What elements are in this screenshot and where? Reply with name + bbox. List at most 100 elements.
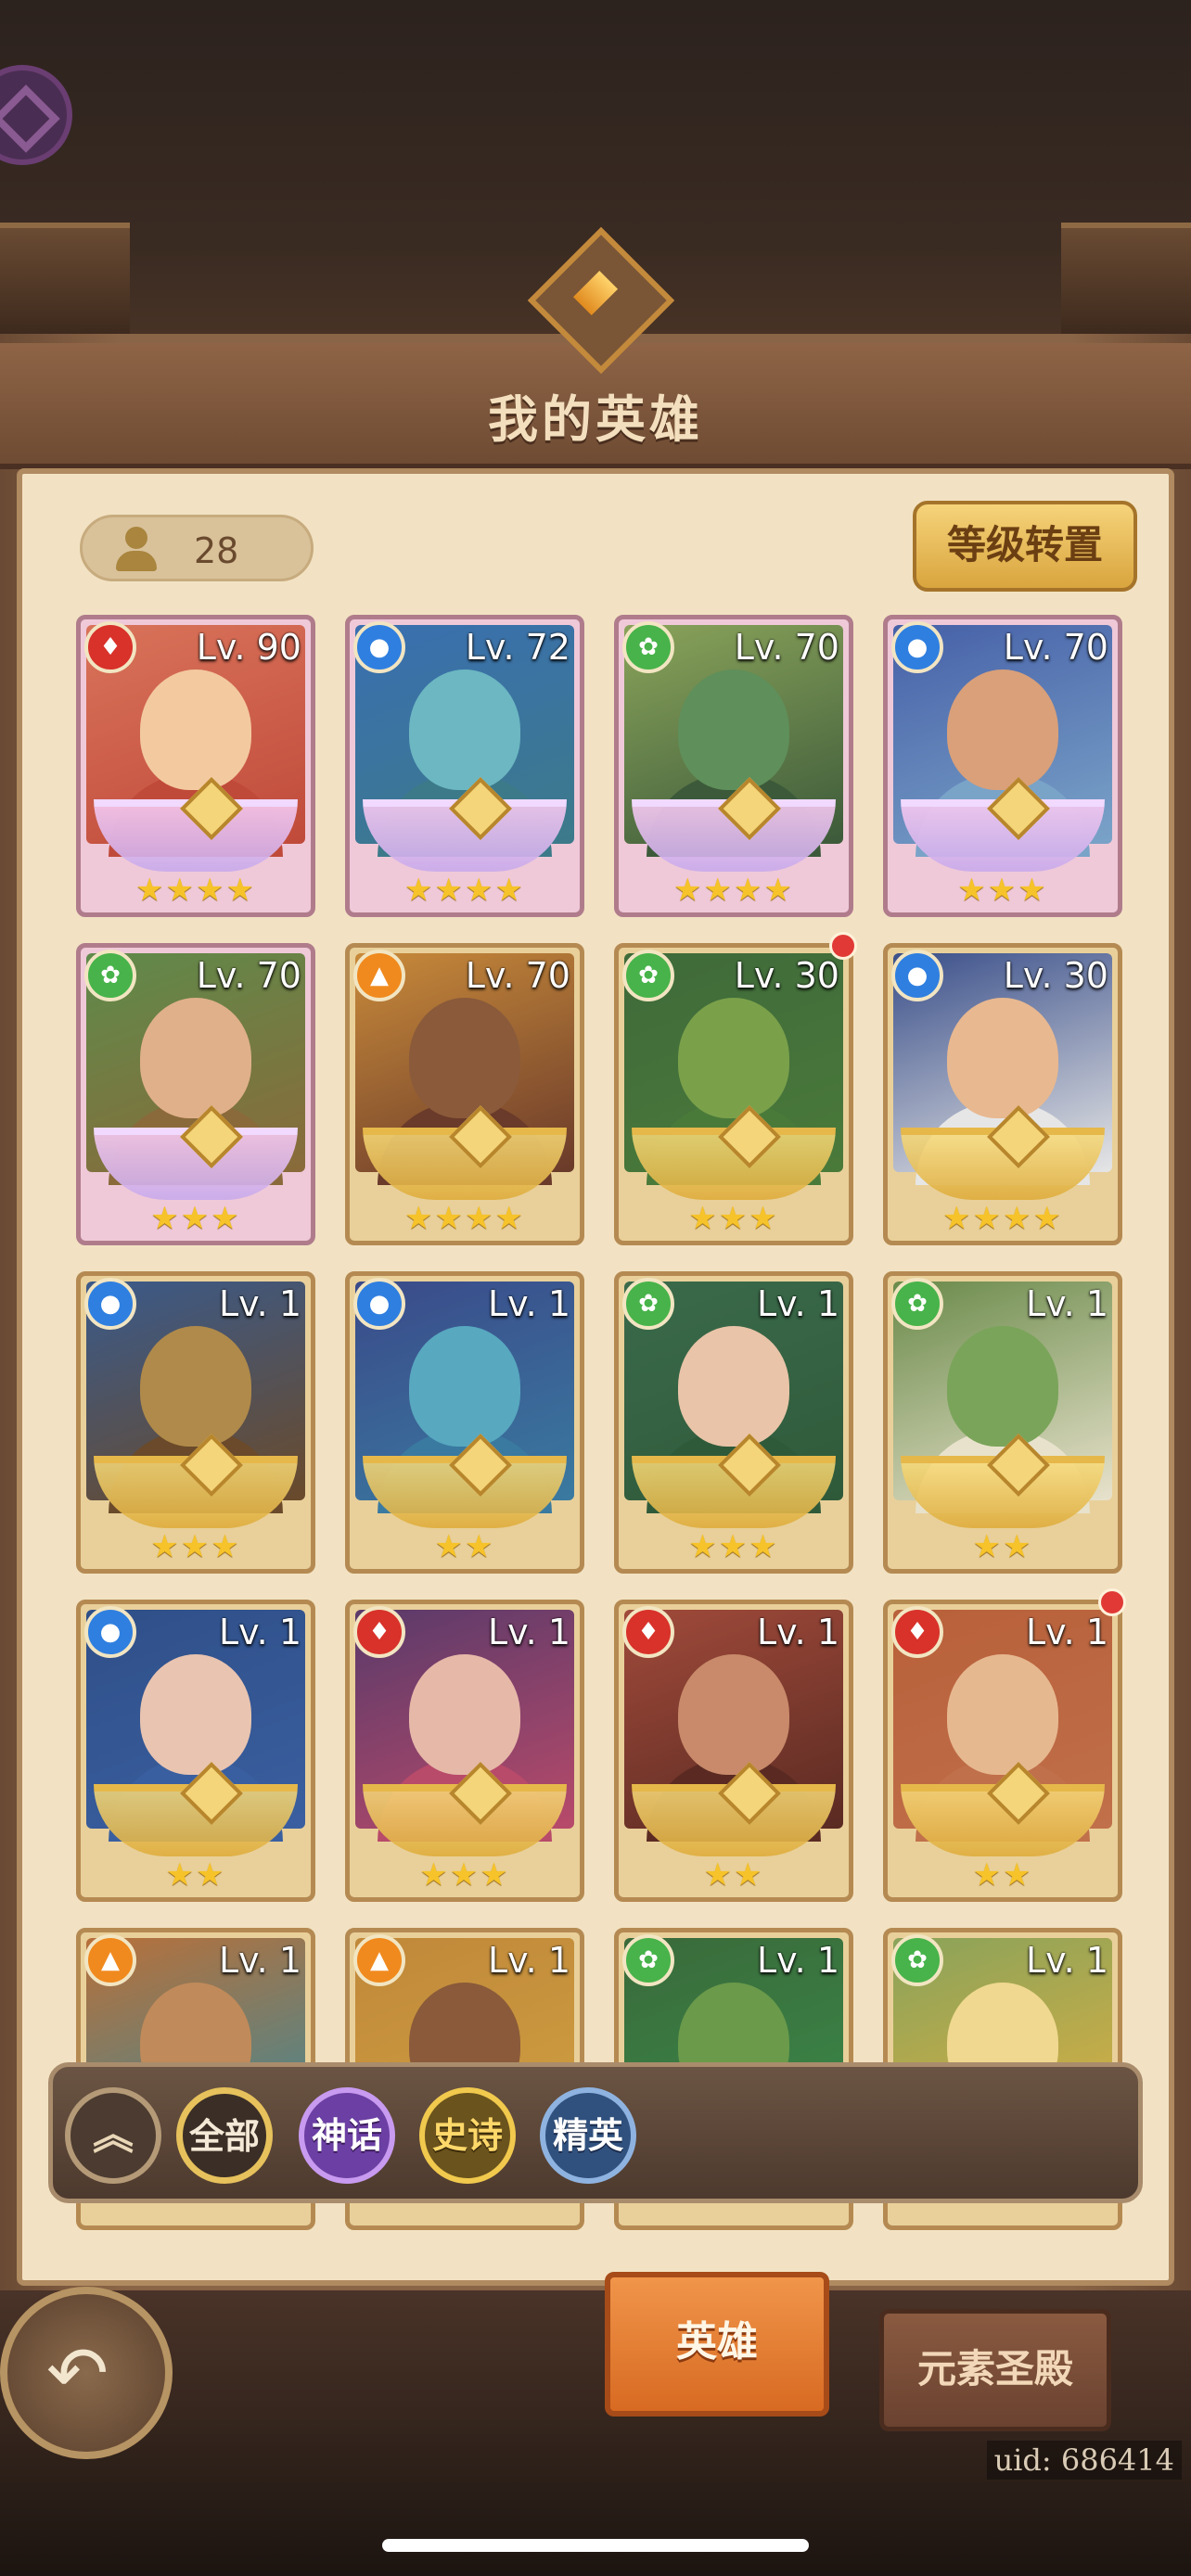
hero-level: Lv. 70	[196, 955, 301, 996]
hero-card[interactable]: ▲ Lv. 70 ★★★★	[345, 943, 584, 1245]
hero-face	[947, 998, 1058, 1118]
hero-level: Lv. 1	[487, 1283, 570, 1324]
water-element-icon: ●	[891, 950, 943, 1001]
star-rating: ★★★★	[942, 1200, 1063, 1237]
rarity-emblem	[632, 1105, 836, 1200]
left-pillar-decoration	[0, 223, 130, 339]
hero-card[interactable]: ✿ Lv. 70 ★★★★	[614, 615, 853, 917]
hero-card[interactable]: ● Lv. 1 ★★	[76, 1600, 315, 1902]
star-rating: ★★★	[957, 872, 1048, 909]
home-indicator[interactable]	[382, 2539, 809, 2552]
hero-level: Lv. 1	[756, 1612, 839, 1652]
hero-level: Lv. 30	[734, 955, 839, 996]
light-element-icon: ▲	[353, 950, 405, 1001]
rarity-emblem	[94, 1105, 298, 1200]
hero-face	[140, 1654, 251, 1775]
tab-element-sanctum[interactable]: 元素圣殿	[879, 2309, 1111, 2431]
rarity-emblem	[363, 1105, 567, 1200]
hero-level: Lv. 1	[487, 1940, 570, 1981]
filter-mythic-button[interactable]: 神话	[299, 2087, 395, 2184]
wind-element-icon: ✿	[891, 1934, 943, 1986]
rarity-emblem	[901, 1105, 1105, 1200]
hero-face	[678, 670, 789, 790]
back-button[interactable]: ↶	[0, 2287, 173, 2459]
wind-element-icon: ✿	[622, 950, 674, 1001]
star-rating: ★★	[972, 1528, 1033, 1565]
rarity-emblem	[363, 1434, 567, 1528]
hero-face	[947, 1654, 1058, 1775]
star-rating: ★★★	[688, 1200, 779, 1237]
hero-card[interactable]: ♦ Lv. 1 ★★	[614, 1600, 853, 1902]
hero-face	[409, 1326, 520, 1447]
hero-card[interactable]: ● Lv. 70 ★★★	[883, 615, 1122, 917]
fire-element-icon: ♦	[353, 1606, 405, 1658]
rarity-emblem	[901, 1434, 1105, 1528]
star-rating: ★★★	[150, 1200, 241, 1237]
hero-face	[140, 670, 251, 790]
collapse-filter-button[interactable]: ︽	[65, 2087, 161, 2184]
wind-element-icon: ✿	[84, 950, 136, 1001]
tab-heroes[interactable]: 英雄	[605, 2272, 829, 2417]
filter-epic-button[interactable]: 史诗	[419, 2087, 516, 2184]
star-rating: ★★★	[688, 1528, 779, 1565]
page-title: 我的英雄	[488, 390, 703, 449]
hero-face	[678, 1654, 789, 1775]
hero-level: Lv. 1	[1025, 1283, 1108, 1324]
hero-level: Lv. 70	[1003, 627, 1108, 668]
rarity-emblem	[901, 777, 1105, 872]
rarity-emblem	[632, 777, 836, 872]
hero-face	[678, 1326, 789, 1447]
hero-level: Lv. 1	[756, 1283, 839, 1324]
filter-elite-button[interactable]: 精英	[540, 2087, 636, 2184]
hero-level: Lv. 1	[218, 1612, 301, 1652]
hero-level: Lv. 1	[1025, 1612, 1108, 1652]
hero-count-badge: 28	[80, 515, 314, 581]
hero-level: Lv. 30	[1003, 955, 1108, 996]
hero-level: Lv. 1	[218, 1283, 301, 1324]
star-rating: ★★★★	[404, 1200, 525, 1237]
hero-card[interactable]: ♦ Lv. 1 ★★	[883, 1600, 1122, 1902]
hero-card[interactable]: ● Lv. 1 ★★	[345, 1271, 584, 1574]
star-rating: ★★★★	[404, 872, 525, 909]
light-element-icon: ▲	[353, 1934, 405, 1986]
rarity-emblem	[632, 1762, 836, 1856]
rarity-emblem	[94, 1762, 298, 1856]
fire-element-icon: ♦	[84, 621, 136, 673]
hero-level: Lv. 1	[1025, 1940, 1108, 1981]
rarity-emblem	[363, 777, 567, 872]
user-id-label: uid: 686414	[986, 2441, 1182, 2480]
star-rating: ★★★	[419, 1856, 510, 1894]
hero-card[interactable]: ♦ Lv. 1 ★★★	[345, 1600, 584, 1902]
notification-dot	[1098, 1588, 1126, 1616]
hero-card[interactable]: ● Lv. 30 ★★★★	[883, 943, 1122, 1245]
hero-level: Lv. 72	[465, 627, 570, 668]
hero-card[interactable]: ♦ Lv. 90 ★★★★	[76, 615, 315, 917]
rarity-emblem	[94, 777, 298, 872]
rarity-emblem	[901, 1762, 1105, 1856]
hero-card[interactable]: ● Lv. 72 ★★★★	[345, 615, 584, 917]
person-icon	[114, 527, 159, 573]
rarity-emblem	[363, 1762, 567, 1856]
hero-level: Lv. 1	[756, 1940, 839, 1981]
hero-face	[140, 1326, 251, 1447]
back-arrow-icon: ↶	[46, 2330, 109, 2417]
wind-element-icon: ✿	[622, 1278, 674, 1330]
hero-card[interactable]: ✿ Lv. 70 ★★★	[76, 943, 315, 1245]
hero-card[interactable]: ✿ Lv. 1 ★★★	[614, 1271, 853, 1574]
hero-face	[947, 1326, 1058, 1447]
fire-element-icon: ♦	[622, 1606, 674, 1658]
hero-face	[678, 998, 789, 1118]
water-element-icon: ●	[84, 1278, 136, 1330]
star-rating: ★★	[703, 1856, 764, 1894]
star-rating: ★★	[972, 1856, 1033, 1894]
filter-all-button[interactable]: 全部	[176, 2087, 273, 2184]
level-transfer-button[interactable]: 等级转置	[913, 501, 1137, 592]
hero-face	[947, 670, 1058, 790]
hero-card[interactable]: ✿ Lv. 1 ★★	[883, 1271, 1122, 1574]
hero-level: Lv. 1	[218, 1940, 301, 1981]
rarity-emblem	[94, 1434, 298, 1528]
hero-face	[140, 998, 251, 1118]
fire-element-icon: ♦	[891, 1606, 943, 1658]
hero-card[interactable]: ✿ Lv. 30 ★★★	[614, 943, 853, 1245]
hero-card[interactable]: ● Lv. 1 ★★★	[76, 1271, 315, 1574]
